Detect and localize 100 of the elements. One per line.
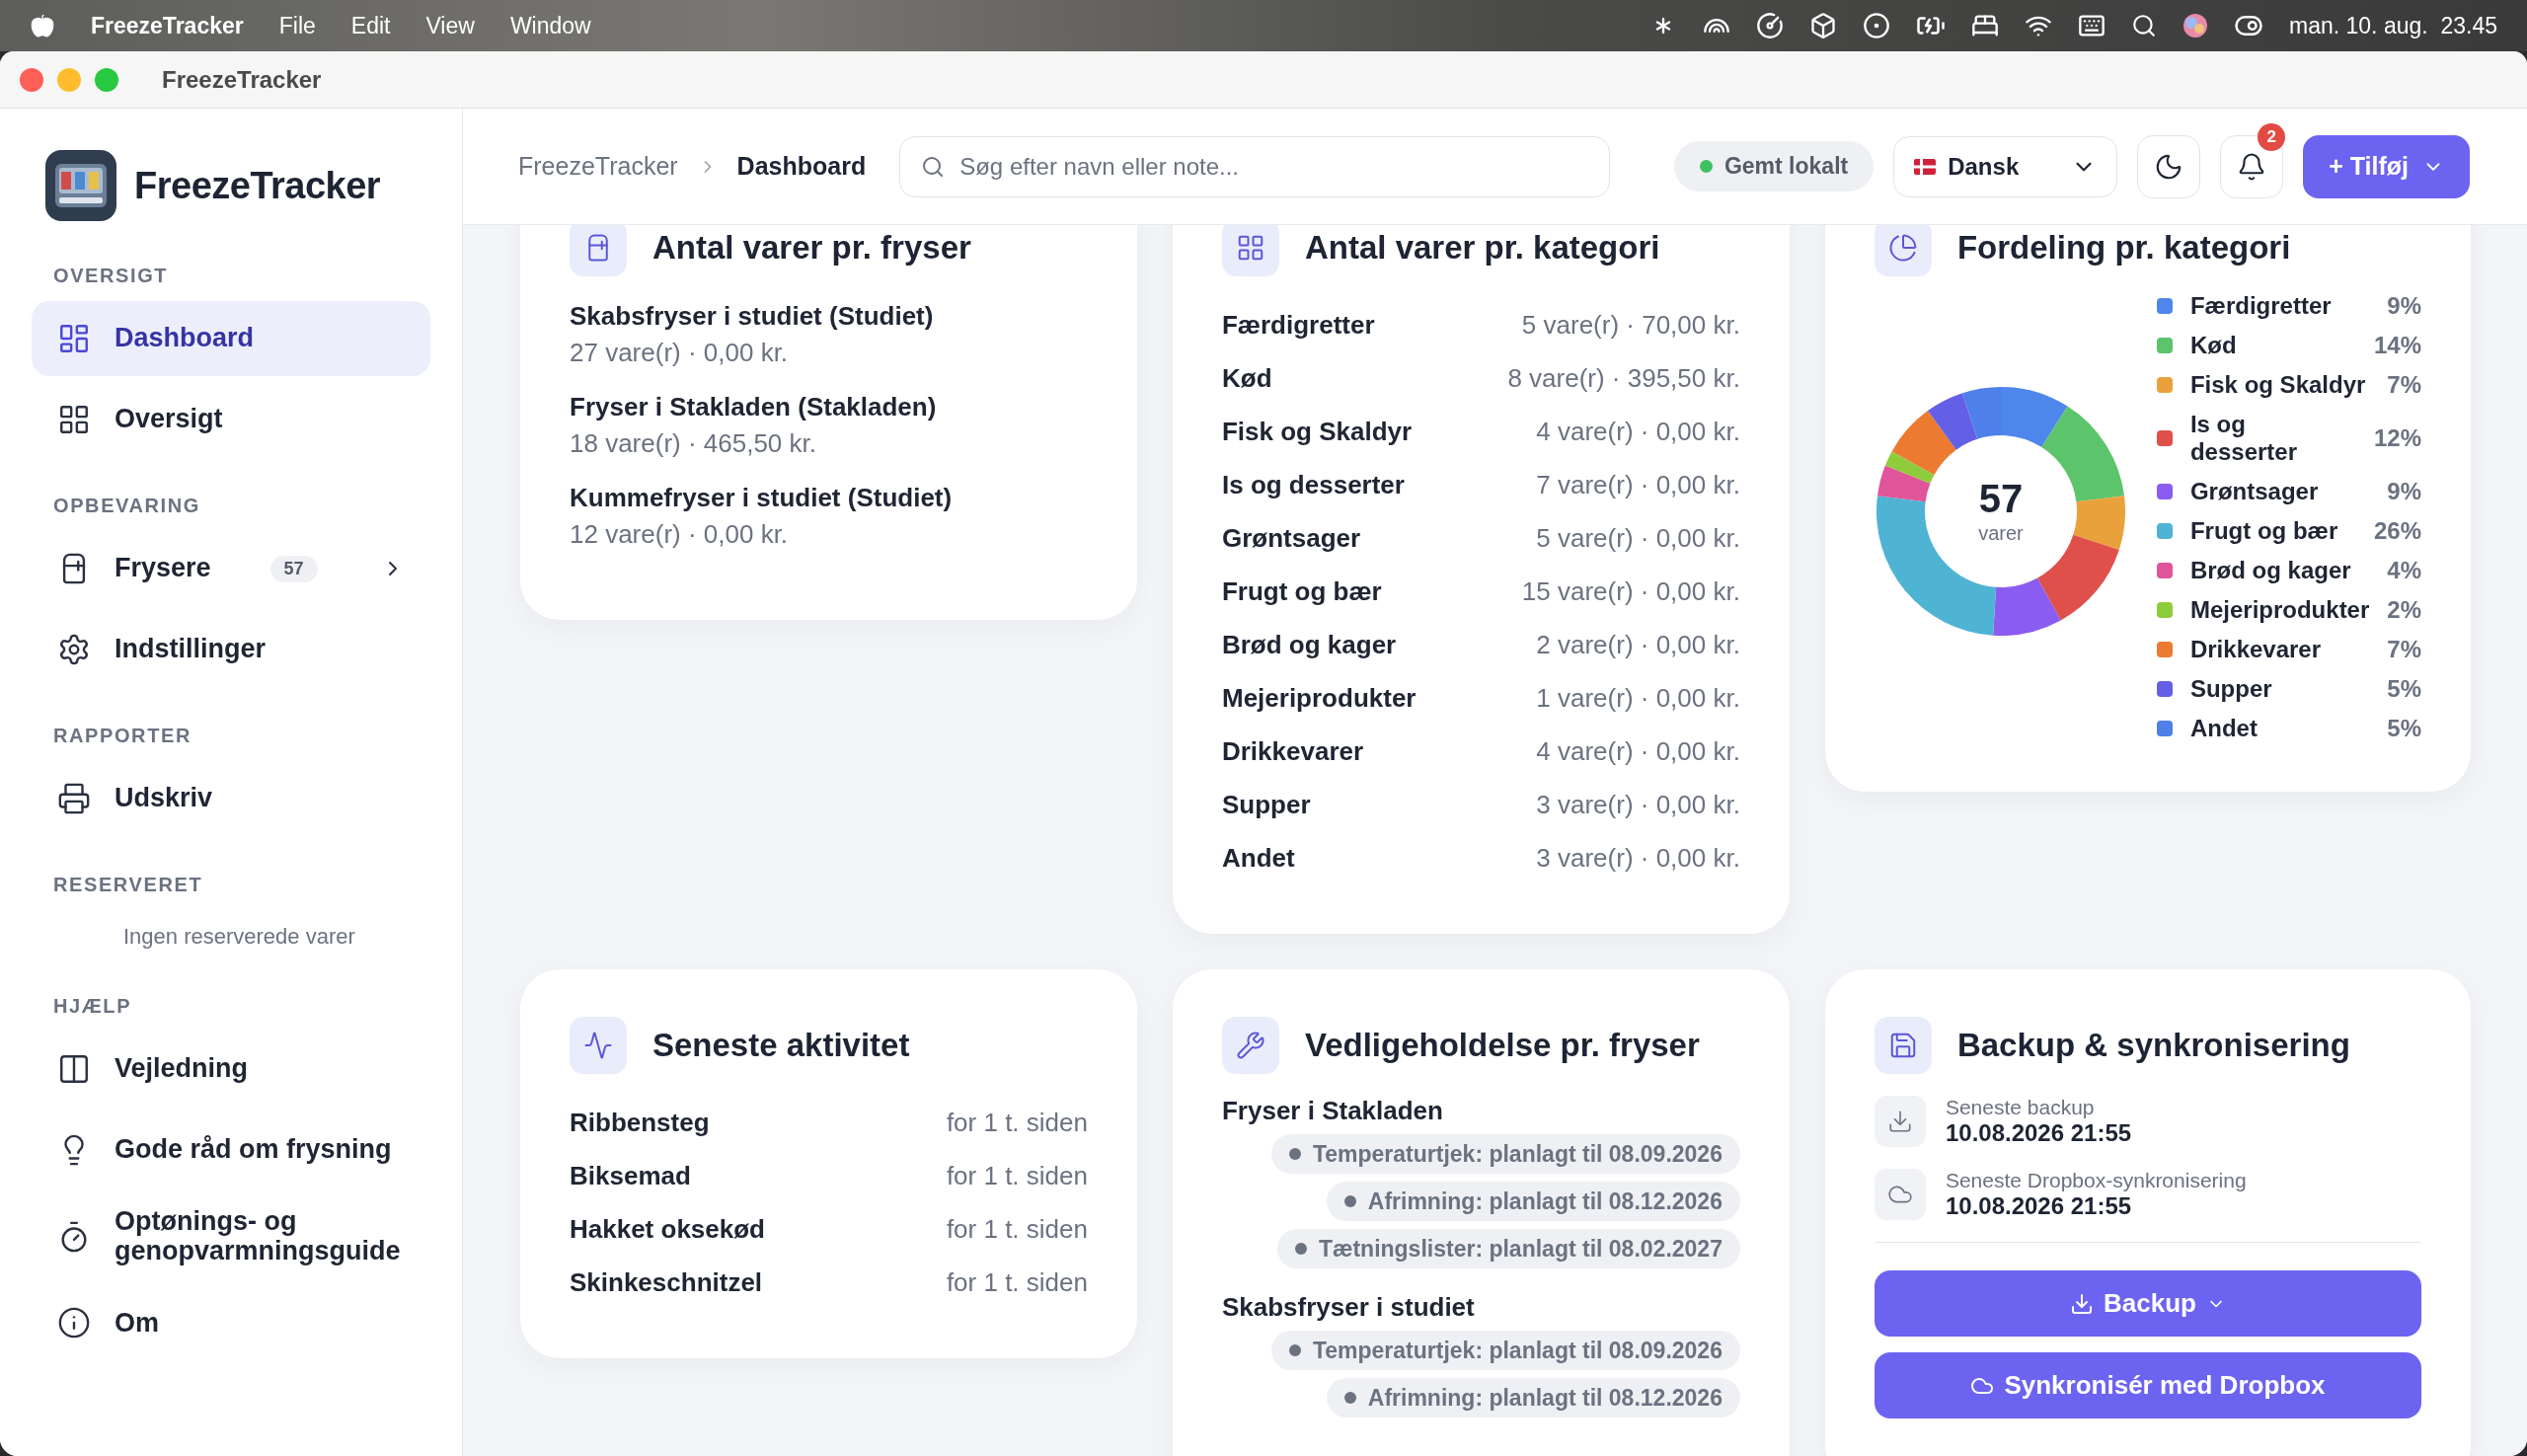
category-detail: 7 vare(r) · 0,00 kr. <box>1536 469 1740 500</box>
save-icon <box>1874 1017 1932 1074</box>
maintenance-task: Temperaturtjek: planlagt til 08.09.2026 <box>1270 1134 1740 1174</box>
category-detail: 3 vare(r) · 0,00 kr. <box>1536 842 1740 874</box>
activity-time: for 1 t. siden <box>946 1213 1088 1245</box>
section-label: RESERVERET <box>52 874 204 896</box>
add-button[interactable]: + Tilføj <box>2303 134 2470 198</box>
menu-clock[interactable]: man. 10. aug. 23.45 <box>2289 12 2497 39</box>
gauge-icon[interactable] <box>1756 12 1784 39</box>
sidebar-item[interactable]: Dashboard <box>32 301 430 376</box>
freezer-name: Skabsfryser i studiet (Studiet) <box>570 300 935 333</box>
sidebar-item[interactable]: Gode råd om frysning <box>32 1112 430 1188</box>
legend-label: Grøntsager <box>2189 478 2320 505</box>
legend-percent: 4% <box>2387 557 2421 584</box>
legend-label: Andet <box>2189 715 2259 742</box>
breadcrumb-link[interactable]: FreezeTracker <box>518 152 678 181</box>
legend-percent: 7% <box>2387 636 2421 663</box>
freezer-detail: 18 vare(r) · 465,50 kr. <box>570 427 817 460</box>
settings-icon <box>57 633 91 666</box>
circle-icon[interactable] <box>1863 12 1890 39</box>
section-label: RAPPORTER <box>52 725 192 747</box>
card-title: Antal varer pr. fryser <box>652 229 971 267</box>
info-label: Seneste backup <box>1945 1096 2096 1119</box>
language-select[interactable]: Dansk <box>1893 135 2118 197</box>
activity-time: for 1 t. siden <box>946 1266 1088 1298</box>
sidebar-item[interactable]: Udskriv <box>32 761 430 836</box>
category-detail: 5 vare(r) · 70,00 kr. <box>1521 309 1740 341</box>
dashboard-icon <box>57 322 91 355</box>
close-button[interactable] <box>20 67 43 92</box>
legend-percent: 9% <box>2387 478 2421 505</box>
category-detail: 15 vare(r) · 0,00 kr. <box>1521 575 1740 607</box>
box-icon[interactable] <box>1809 12 1837 39</box>
category-detail: 8 vare(r) · 395,50 kr. <box>1507 362 1740 394</box>
search-icon <box>921 154 946 179</box>
sidebar-item[interactable]: Frysere 57 <box>32 531 430 606</box>
window-title: FreezeTracker <box>162 65 322 94</box>
activity-item: Ribbensteg <box>570 1107 710 1138</box>
grid-icon <box>57 403 91 436</box>
total-count: 57 <box>1978 478 2024 518</box>
legend-label: Brød og kager <box>2189 557 2352 584</box>
theme-button[interactable] <box>2137 134 2201 198</box>
legend-percent: 5% <box>2387 675 2421 703</box>
freezer-name: Fryser i Stakladen (Stakladen) <box>570 391 938 423</box>
sidebar-item[interactable]: Optønings- og genopvarmningsguide <box>32 1193 430 1280</box>
legend-label: Kød <box>2189 332 2238 359</box>
category-detail: 2 vare(r) · 0,00 kr. <box>1536 629 1740 660</box>
saved-status: Gemt lokalt <box>1673 141 1875 192</box>
info-icon <box>57 1306 91 1341</box>
info-label: Seneste Dropbox-synkronisering <box>1945 1169 2247 1192</box>
menu-item[interactable]: Edit <box>350 12 391 39</box>
category-detail: 1 vare(r) · 0,00 kr. <box>1536 682 1740 714</box>
sidebar-item[interactable]: Indstillinger <box>32 612 430 687</box>
menu-item[interactable]: Window <box>509 12 591 39</box>
notification-badge: 2 <box>2258 122 2286 151</box>
category-name: Fisk og Skaldyr <box>1221 416 1413 447</box>
maintenance-task: Tætningslister: planlagt til 08.02.2027 <box>1276 1229 1740 1268</box>
legend-label: Færdigretter <box>2189 292 2333 320</box>
sidebar-item[interactable]: Om <box>32 1285 430 1361</box>
color-circle-icon[interactable] <box>2182 13 2208 38</box>
empty-text: Ingen reserverede varer <box>122 924 356 950</box>
section-label: OPBEVARING <box>52 495 201 517</box>
legend-percent: 9% <box>2387 292 2421 320</box>
legend-percent: 14% <box>2373 332 2421 359</box>
activity-icon <box>570 1017 627 1074</box>
menu-item[interactable]: File <box>278 12 316 39</box>
menu-item[interactable]: View <box>425 12 475 39</box>
total-label: varer <box>1978 521 2024 545</box>
legend-percent: 7% <box>2387 371 2421 399</box>
card-title: Backup & synkronisering <box>1956 1027 2350 1064</box>
maintenance-task: Temperaturtjek: planlagt til 08.09.2026 <box>1270 1331 1740 1370</box>
backup-button[interactable]: Backup <box>1874 1270 2421 1337</box>
panel-icon <box>57 1052 91 1086</box>
sidebar-item[interactable]: Oversigt <box>32 382 430 457</box>
activity-time: for 1 t. siden <box>946 1107 1088 1138</box>
brand-name: FreezeTracker <box>134 164 381 207</box>
freezer-detail: 27 vare(r) · 0,00 kr. <box>570 337 790 369</box>
category-name: Is og desserter <box>1221 469 1405 500</box>
legend-percent: 5% <box>2387 715 2421 742</box>
category-name: Grøntsager <box>1221 522 1361 554</box>
maintenance-task: Afrimning: planlagt til 08.12.2026 <box>1326 1378 1740 1418</box>
flag-icon <box>1914 158 1937 175</box>
search-icon[interactable] <box>2131 13 2157 38</box>
section-label: OVERSIGT <box>52 265 170 287</box>
count-badge: 57 <box>269 555 318 582</box>
info-value: 10.08.2026 21:55 <box>1945 1119 2132 1147</box>
apple-logo-icon[interactable] <box>30 13 55 38</box>
activity-item: Biksemad <box>570 1160 691 1191</box>
category-name: Frugt og bær <box>1221 575 1382 607</box>
grid-icon <box>1221 225 1279 276</box>
sync-button[interactable]: Synkronisér med Dropbox <box>1874 1352 2421 1418</box>
status-dot-icon <box>1699 160 1713 173</box>
menu-app-name[interactable]: FreezeTracker <box>91 12 244 39</box>
legend-label: Frugt og bær <box>2189 517 2339 545</box>
card-title: Antal varer pr. kategori <box>1304 229 1660 267</box>
sidebar-item[interactable]: Vejledning <box>32 1032 430 1107</box>
search-field[interactable]: Søg efter navn eller note... <box>899 135 1611 197</box>
category-name: Supper <box>1221 789 1311 820</box>
info-value: 10.08.2026 21:55 <box>1945 1192 2133 1220</box>
breadcrumb-link[interactable]: Dashboard <box>736 152 867 181</box>
category-name: Kød <box>1221 362 1272 394</box>
